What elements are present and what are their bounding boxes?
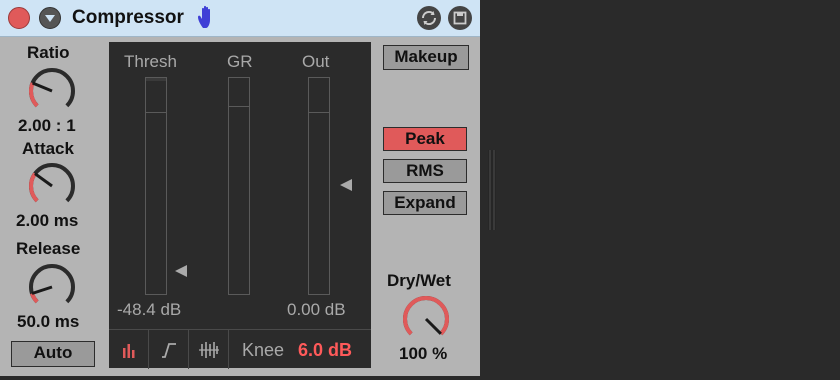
- gr-tick: [228, 106, 250, 107]
- auto-button[interactable]: Auto: [11, 341, 95, 367]
- gr-label: GR: [227, 52, 253, 71]
- drywet-label: Dry/Wet: [387, 271, 451, 290]
- thresh-label: Thresh: [124, 52, 177, 71]
- rms-button[interactable]: RMS: [383, 159, 467, 183]
- collapsed-view-tab[interactable]: [109, 330, 149, 369]
- release-value: 50.0 ms: [17, 312, 80, 331]
- out-value: 0.00 dB: [287, 300, 346, 319]
- release-label: Release: [16, 239, 81, 258]
- makeup-button[interactable]: Makeup: [383, 45, 469, 70]
- close-icon[interactable]: [8, 7, 30, 29]
- attack-value: 2.00 ms: [16, 211, 79, 230]
- attack-label: Attack: [22, 139, 74, 158]
- drywet-knob[interactable]: [396, 292, 456, 344]
- attack-knob[interactable]: [22, 159, 82, 211]
- ratio-label: Ratio: [27, 43, 70, 62]
- thresh-tick: [145, 112, 167, 113]
- device-title-bar[interactable]: Compressor: [0, 0, 480, 37]
- hand-icon: [198, 5, 210, 28]
- meter-panel: Thresh GR Out -48.4 dB 0.00 dB Knee 6.0 …: [109, 42, 371, 369]
- gr-meter: [228, 77, 250, 295]
- knee-label: Knee: [242, 340, 285, 360]
- out-tick: [308, 112, 330, 113]
- output-gain-arrow[interactable]: [340, 179, 352, 191]
- ratio-value: 2.00 : 1: [18, 116, 76, 135]
- save-icon[interactable]: [448, 6, 472, 30]
- transfer-curve-tab[interactable]: [149, 330, 189, 369]
- transfer-curve-icon: [162, 343, 176, 358]
- out-label: Out: [302, 52, 330, 71]
- ratio-knob[interactable]: [22, 64, 82, 116]
- threshold-slider-arrow[interactable]: [175, 265, 187, 277]
- thresh-value: -48.4 dB: [117, 300, 182, 319]
- activity-view-icon: [199, 342, 219, 358]
- drywet-value: 100 %: [399, 344, 448, 363]
- hot-swap-icon[interactable]: [417, 6, 441, 30]
- view-tabs: Knee 6.0 dB: [109, 329, 371, 369]
- knee-value[interactable]: 6.0 dB: [298, 340, 352, 361]
- release-knob[interactable]: [22, 260, 82, 312]
- peak-button[interactable]: Peak: [383, 127, 467, 151]
- device-title: Compressor: [72, 7, 184, 28]
- expand-button[interactable]: Expand: [383, 191, 467, 215]
- thresh-meter[interactable]: [145, 77, 167, 295]
- activity-view-tab[interactable]: [189, 330, 229, 369]
- out-meter: [308, 77, 330, 295]
- track-divider-handle[interactable]: [488, 150, 496, 230]
- collapsed-view-icon: [123, 344, 135, 358]
- fold-icon[interactable]: [39, 7, 61, 29]
- compressor-device: Compressor Ratio 2.00 : 1 Attack 2.00 ms…: [0, 0, 480, 376]
